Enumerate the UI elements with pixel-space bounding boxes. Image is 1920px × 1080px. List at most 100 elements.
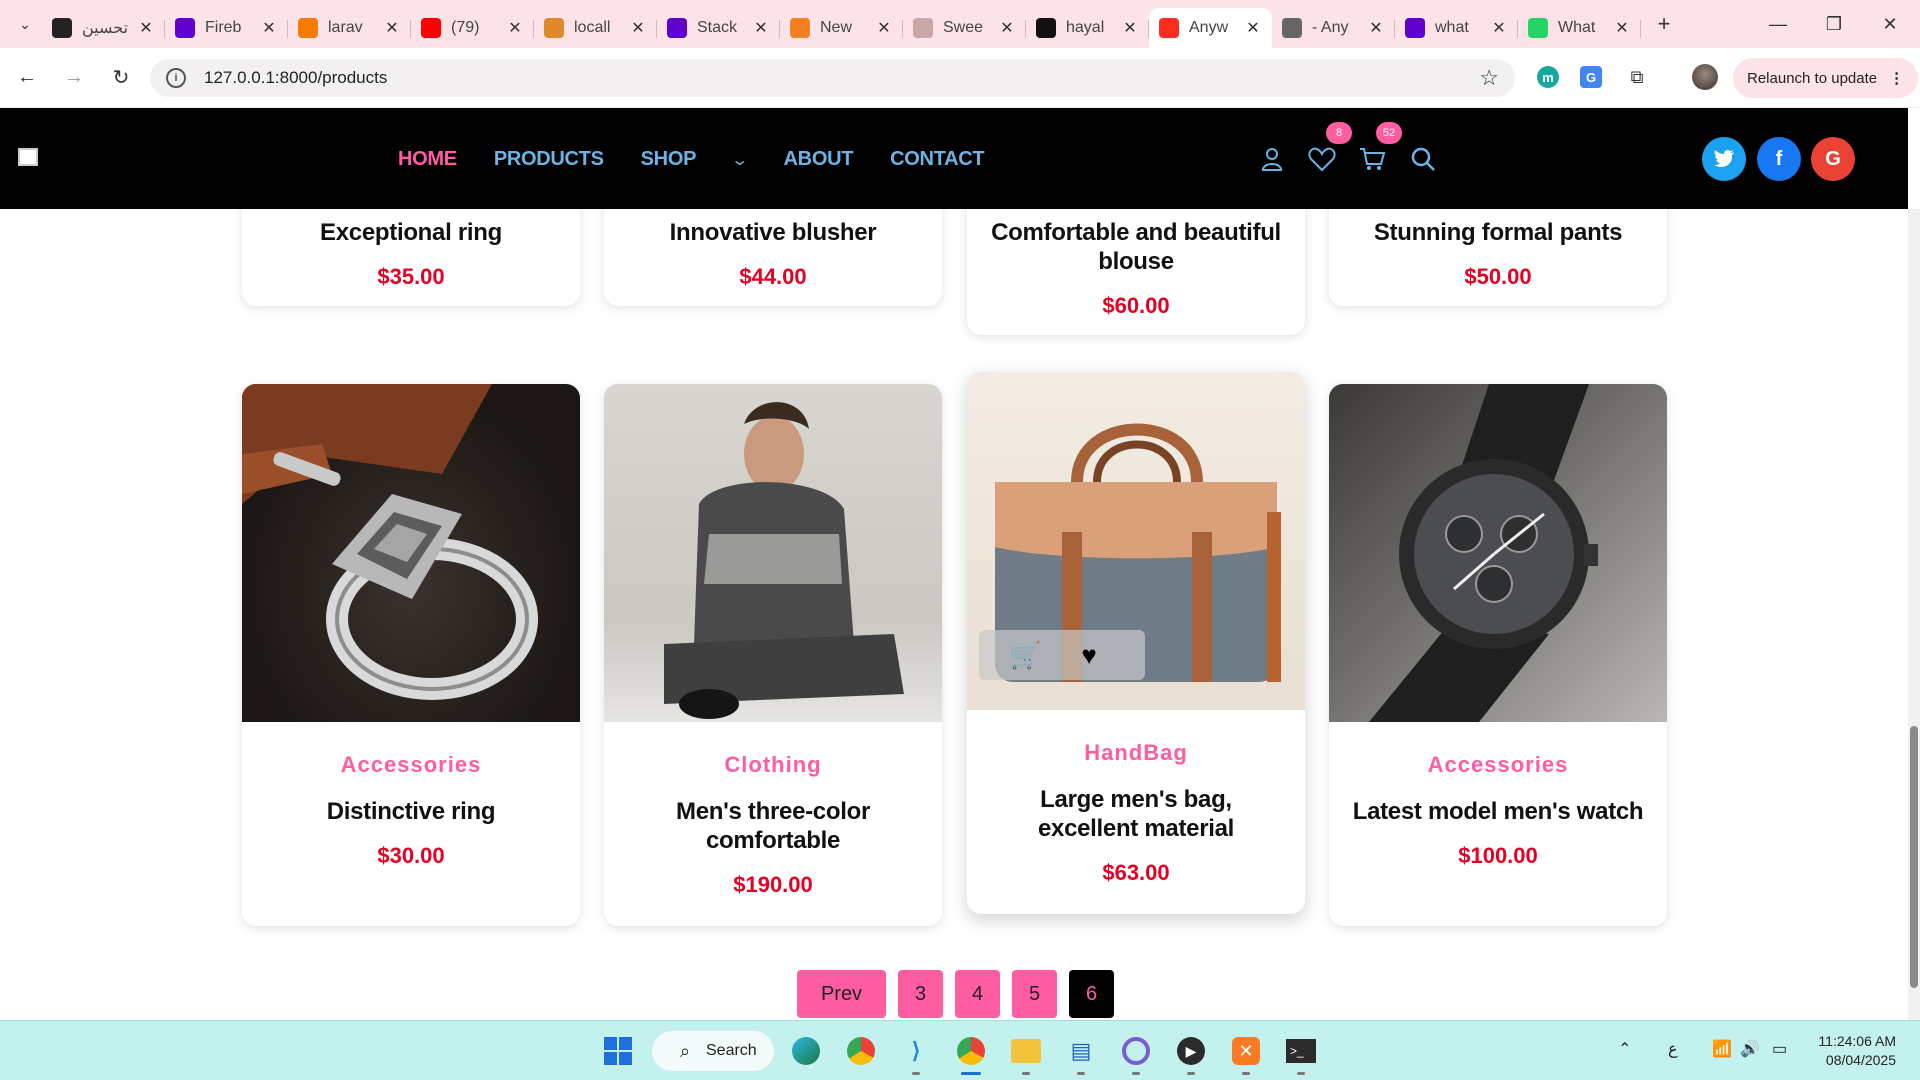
nav-shop[interactable]: SHOP: [641, 148, 697, 171]
twitter-icon[interactable]: [1702, 137, 1746, 181]
google-icon[interactable]: G: [1811, 137, 1855, 181]
close-tab-icon[interactable]: ✕: [1613, 18, 1631, 38]
product-card[interactable]: Clothing Men's three-color comfortable $…: [604, 384, 942, 926]
product-card[interactable]: Stunning formal pants $50.00: [1329, 209, 1667, 306]
windows-start-icon[interactable]: [600, 1033, 636, 1069]
show-hidden-icons-chevron-icon[interactable]: ⌃: [1618, 1039, 1631, 1059]
nav-about[interactable]: ABOUT: [784, 148, 854, 171]
close-window-icon[interactable]: ✕: [1862, 0, 1918, 48]
add-to-wishlist-heart-icon[interactable]: ♥: [1081, 640, 1096, 671]
input-language[interactable]: ع: [1668, 1039, 1678, 1059]
page-3-button[interactable]: 3: [898, 970, 943, 1018]
relaunch-button[interactable]: Relaunch to update ⋮: [1733, 58, 1919, 98]
product-name[interactable]: Distinctive ring: [262, 798, 560, 827]
product-name[interactable]: Large men's bag, excellent material: [987, 786, 1285, 844]
forward-icon[interactable]: →: [54, 58, 94, 98]
nav-products[interactable]: PRODUCTS: [494, 148, 604, 171]
product-card[interactable]: Innovative blusher $44.00: [604, 209, 942, 306]
add-to-cart-icon[interactable]: 🛒: [1009, 640, 1041, 671]
product-image-bag[interactable]: 🛒 ♥: [967, 372, 1305, 710]
app-o-icon[interactable]: [1118, 1033, 1154, 1075]
shop-dropdown-chevron-icon[interactable]: ⌄: [730, 150, 749, 170]
browser-tab[interactable]: (79) ✕: [411, 8, 534, 48]
product-card[interactable]: Comfortable and beautiful blouse $60.00: [967, 209, 1305, 335]
close-tab-icon[interactable]: ✕: [506, 18, 524, 38]
reload-icon[interactable]: ↻: [101, 58, 141, 98]
volume-icon[interactable]: 🔊: [1740, 1039, 1760, 1059]
page-6-button[interactable]: 6: [1069, 970, 1114, 1018]
site-logo[interactable]: [18, 148, 38, 166]
prev-page-button[interactable]: Prev: [797, 970, 886, 1018]
extensions-puzzle-icon[interactable]: ⧉: [1622, 62, 1652, 92]
page-5-button[interactable]: 5: [1012, 970, 1057, 1018]
browser-tab[interactable]: New ✕: [780, 8, 903, 48]
terminal-icon[interactable]: >_: [1283, 1033, 1319, 1075]
product-image-ring[interactable]: [242, 384, 580, 722]
close-tab-icon[interactable]: ✕: [629, 18, 647, 38]
browser-tab[interactable]: hayal ✕: [1026, 8, 1149, 48]
extension-m-icon[interactable]: m: [1533, 62, 1563, 92]
browser-tab[interactable]: what ✕: [1395, 8, 1518, 48]
google-translate-icon[interactable]: G: [1576, 62, 1606, 92]
system-clock[interactable]: 11:24:06 AM 08/04/2025: [1818, 1032, 1896, 1070]
close-tab-icon[interactable]: ✕: [875, 18, 893, 38]
product-name[interactable]: Exceptional ring: [262, 219, 560, 248]
close-tab-icon[interactable]: ✕: [383, 18, 401, 38]
browser-tab[interactable]: Stack ✕: [657, 8, 780, 48]
browser-tab[interactable]: Fireb ✕: [165, 8, 288, 48]
vscode-icon[interactable]: ⟩: [898, 1033, 934, 1075]
bookmark-star-icon[interactable]: ☆: [1479, 65, 1499, 91]
taskbar-search[interactable]: ⌕ Search: [652, 1031, 774, 1071]
minimize-icon[interactable]: —: [1750, 0, 1806, 48]
product-name[interactable]: Latest model men's watch: [1349, 798, 1647, 827]
browser-tab[interactable]: What ✕: [1518, 8, 1641, 48]
profile-avatar[interactable]: [1690, 62, 1720, 92]
product-card[interactable]: Accessories Distinctive ring $30.00: [242, 384, 580, 926]
product-name[interactable]: Comfortable and beautiful blouse: [987, 219, 1285, 277]
close-tab-icon[interactable]: ✕: [260, 18, 278, 38]
more-menu-icon[interactable]: ⋮: [1889, 69, 1904, 87]
facebook-icon[interactable]: f: [1757, 137, 1801, 181]
browser-tab[interactable]: Swee ✕: [903, 8, 1026, 48]
browser-tab[interactable]: - Any ✕: [1272, 8, 1395, 48]
close-tab-icon[interactable]: ✕: [1367, 18, 1385, 38]
scrollbar-thumb[interactable]: [1910, 726, 1918, 988]
close-tab-icon[interactable]: ✕: [752, 18, 770, 38]
product-name[interactable]: Innovative blusher: [624, 219, 922, 248]
user-icon[interactable]: [1260, 146, 1284, 172]
back-icon[interactable]: ←: [7, 58, 47, 98]
address-bar[interactable]: i 127.0.0.1:8000/products ☆: [150, 59, 1515, 97]
product-image-watch[interactable]: [1329, 384, 1667, 722]
site-info-icon[interactable]: i: [166, 68, 186, 88]
notepad-icon[interactable]: ▤: [1063, 1033, 1099, 1075]
search-icon[interactable]: [1410, 146, 1436, 172]
file-explorer-icon[interactable]: [1008, 1033, 1044, 1075]
wishlist-heart-icon[interactable]: [1308, 146, 1336, 172]
product-image-hoodie[interactable]: [604, 384, 942, 722]
edge-icon[interactable]: [788, 1033, 824, 1069]
chrome-active-icon[interactable]: [953, 1033, 989, 1075]
cart-icon[interactable]: [1358, 146, 1386, 172]
browser-tab[interactable]: larav ✕: [288, 8, 411, 48]
page-4-button[interactable]: 4: [955, 970, 1000, 1018]
product-name[interactable]: Stunning formal pants: [1349, 219, 1647, 248]
media-player-icon[interactable]: ▶: [1173, 1033, 1209, 1075]
product-card[interactable]: Accessories Latest model men's watch $10…: [1329, 384, 1667, 926]
url-text[interactable]: 127.0.0.1:8000/products: [204, 68, 387, 88]
nav-contact[interactable]: CONTACT: [890, 148, 984, 171]
browser-tab[interactable]: تحسين ✕: [42, 8, 165, 48]
new-tab-button[interactable]: +: [1649, 9, 1679, 39]
chrome-icon[interactable]: [843, 1033, 879, 1069]
tab-search-chevron-icon[interactable]: ⌄: [8, 7, 42, 41]
close-tab-icon[interactable]: ✕: [1244, 18, 1262, 38]
browser-tab[interactable]: locall ✕: [534, 8, 657, 48]
xampp-icon[interactable]: ✕: [1228, 1033, 1264, 1075]
close-tab-icon[interactable]: ✕: [137, 18, 155, 38]
restore-icon[interactable]: ❐: [1806, 0, 1862, 48]
close-tab-icon[interactable]: ✕: [1490, 18, 1508, 38]
battery-icon[interactable]: ▭: [1772, 1039, 1787, 1059]
close-tab-icon[interactable]: ✕: [998, 18, 1016, 38]
browser-tab[interactable]: Anyw ✕: [1149, 8, 1272, 48]
close-tab-icon[interactable]: ✕: [1121, 18, 1139, 38]
product-name[interactable]: Men's three-color comfortable: [624, 798, 922, 856]
